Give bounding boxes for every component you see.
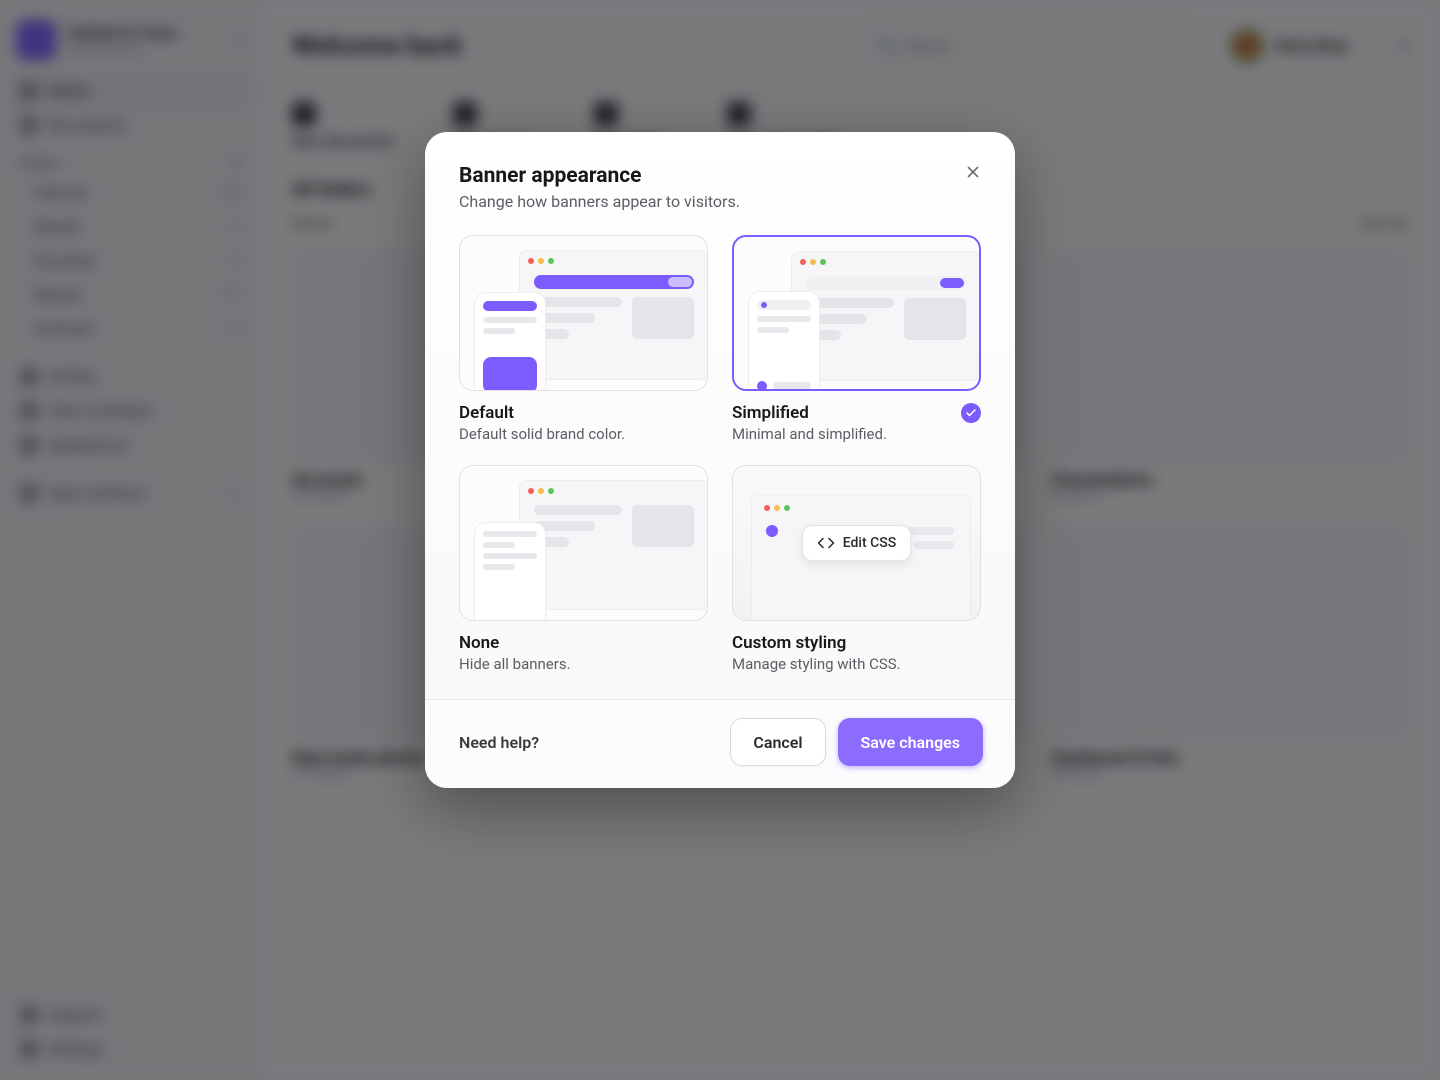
preview-none-mobile — [474, 522, 546, 621]
edit-css-button[interactable]: Edit CSS — [802, 525, 911, 561]
close-icon — [964, 163, 982, 181]
option-title: Simplified — [732, 403, 809, 423]
close-button[interactable] — [959, 158, 987, 186]
option-title: None — [459, 633, 499, 653]
option-title: Default — [459, 403, 514, 423]
preview-none-desktop — [519, 480, 708, 610]
cancel-button[interactable]: Cancel — [730, 718, 825, 766]
modal-title: Banner appearance — [459, 164, 981, 188]
option-custom[interactable]: Edit CSS Custom styling Manage styling w… — [732, 465, 981, 673]
option-default[interactable]: Default Default solid brand color. — [459, 235, 708, 443]
code-icon — [817, 534, 835, 552]
option-desc: Manage styling with CSS. — [732, 655, 981, 673]
option-desc: Default solid brand color. — [459, 425, 708, 443]
preview-default-desktop — [519, 250, 708, 380]
save-button[interactable]: Save changes — [838, 718, 983, 766]
help-link[interactable]: Need help? — [459, 733, 539, 752]
option-desc: Minimal and simplified. — [732, 425, 981, 443]
option-title: Custom styling — [732, 633, 846, 653]
edit-css-label: Edit CSS — [843, 535, 896, 551]
banner-appearance-modal: Banner appearance Change how banners app… — [425, 132, 1015, 788]
modal-subtitle: Change how banners appear to visitors. — [459, 192, 981, 211]
option-simplified[interactable]: Simplified Minimal and simplified. — [732, 235, 981, 443]
option-desc: Hide all banners. — [459, 655, 708, 673]
preview-simplified-mobile — [748, 291, 820, 391]
preview-default-mobile — [474, 292, 546, 391]
check-icon — [961, 403, 981, 423]
option-none[interactable]: None Hide all banners. — [459, 465, 708, 673]
